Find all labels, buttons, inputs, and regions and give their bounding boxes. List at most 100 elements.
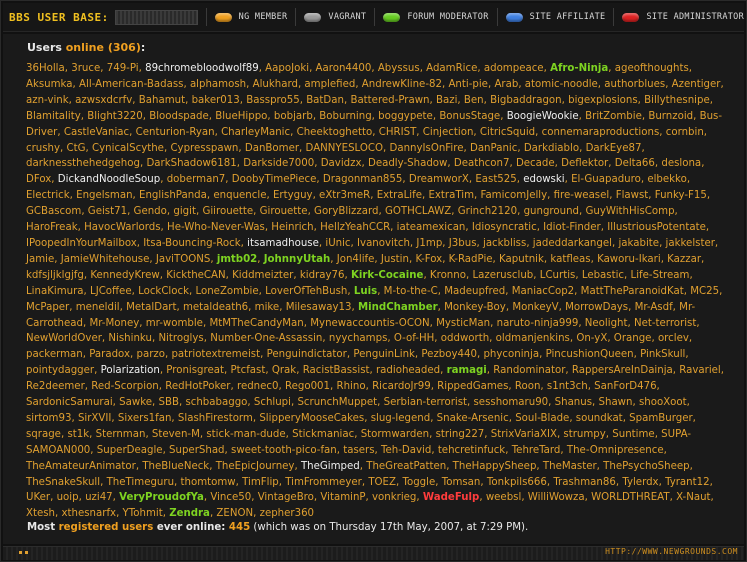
user-link[interactable]: vonkrieg xyxy=(372,492,416,503)
user-link[interactable]: ThePsychoSheep xyxy=(603,461,689,472)
user-link[interactable]: SpamBurger xyxy=(629,413,692,424)
user-link[interactable]: DANNYESLOCO xyxy=(306,143,383,154)
user-link[interactable]: Geist71 xyxy=(88,206,127,217)
user-link[interactable]: Boburning xyxy=(319,111,371,122)
user-link[interactable]: CHRIST xyxy=(379,127,417,138)
user-link[interactable]: ExtraLife xyxy=(377,190,422,201)
user-link[interactable]: BonusStage xyxy=(439,111,500,122)
user-link[interactable]: DreamworX xyxy=(409,174,469,185)
user-link[interactable]: MonkeyV xyxy=(512,302,558,313)
user-link[interactable]: slug-legend xyxy=(371,413,431,424)
user-link[interactable]: alphamosh xyxy=(190,79,246,90)
user-link[interactable]: oldmanjenkins xyxy=(496,333,570,344)
user-link[interactable]: mike xyxy=(255,302,280,313)
user-link[interactable]: jadeddarkangel xyxy=(533,238,612,249)
user-link[interactable]: X-Naut xyxy=(676,492,710,503)
user-link[interactable]: He-Who-Never-Was xyxy=(167,222,265,233)
user-link[interactable]: DanPanic xyxy=(470,143,517,154)
user-link[interactable]: Aaron4400 xyxy=(316,63,372,74)
user-link[interactable]: GoryBlizzard xyxy=(314,206,378,217)
user-link[interactable]: Jon4life xyxy=(337,254,375,265)
user-link[interactable]: AndrewKline-82 xyxy=(362,79,442,90)
user-link[interactable]: Deflektor xyxy=(561,158,608,169)
user-link[interactable]: sweet-tooth-pico-fan xyxy=(231,445,337,456)
user-link[interactable]: Aksumka xyxy=(26,79,73,90)
user-link[interactable]: connemaraproductions xyxy=(542,127,660,138)
user-link[interactable]: KennedyKrew xyxy=(90,270,159,281)
user-link[interactable]: Lebastic xyxy=(582,270,624,281)
user-link[interactable]: deslona xyxy=(661,158,701,169)
user-link[interactable]: Nishinku xyxy=(108,333,152,344)
user-link[interactable]: WORLDTHREAT xyxy=(591,492,670,503)
user-link[interactable]: East525 xyxy=(475,174,516,185)
user-link[interactable]: Bigbaddragon xyxy=(490,95,562,106)
user-link[interactable]: On-yX xyxy=(576,333,607,344)
user-link[interactable]: Toggle xyxy=(402,477,435,488)
user-link[interactable]: Cheektoghetto xyxy=(297,127,373,138)
user-link[interactable]: Red-Scorpion xyxy=(91,381,159,392)
user-link[interactable]: tasers xyxy=(343,445,374,456)
user-link[interactable]: Jamie xyxy=(26,254,54,265)
user-link[interactable]: SlipperyMooseCakes xyxy=(259,413,364,424)
user-link[interactable]: eXtr3meR xyxy=(319,190,370,201)
user-link[interactable]: Re2deemer xyxy=(26,381,85,392)
user-link[interactable]: Polarization xyxy=(101,365,160,376)
user-link[interactable]: Blamitality xyxy=(26,111,81,122)
user-link[interactable]: DarkShadow6181 xyxy=(146,158,236,169)
user-link[interactable]: TOEZ xyxy=(368,477,396,488)
user-link[interactable]: Electrick xyxy=(26,190,70,201)
user-link[interactable]: K-Fox xyxy=(415,254,442,265)
user-link[interactable]: 89chromebloodwolf89 xyxy=(145,63,259,74)
user-link[interactable]: enquencle xyxy=(213,190,266,201)
user-link[interactable]: Grinch2120 xyxy=(458,206,517,217)
user-link[interactable]: soundkat xyxy=(576,413,623,424)
user-link[interactable]: gunground xyxy=(524,206,579,217)
user-link[interactable]: s1nt3ch xyxy=(547,381,588,392)
user-link[interactable]: SardonicSamurai xyxy=(26,397,113,408)
user-link[interactable]: Alukhard xyxy=(253,79,298,90)
user-link[interactable]: DFox xyxy=(26,174,51,185)
user-link[interactable]: GCBascom xyxy=(26,206,81,217)
user-link[interactable]: pointydagger xyxy=(26,365,94,376)
user-link[interactable]: Stormwarden xyxy=(361,429,429,440)
user-link[interactable]: Abyssus xyxy=(378,63,420,74)
user-link[interactable]: VitaminP xyxy=(320,492,365,503)
user-link[interactable]: 36Holla xyxy=(26,63,65,74)
user-link[interactable]: Kaputnik xyxy=(499,254,544,265)
user-link[interactable]: Idiosyncratic xyxy=(472,222,537,233)
user-link[interactable]: Dragonman855 xyxy=(323,174,403,185)
user-link[interactable]: zepher360 xyxy=(260,508,314,519)
user-link[interactable]: Girouette xyxy=(260,206,308,217)
user-link[interactable]: EnglishPanda xyxy=(139,190,207,201)
user-link[interactable]: IPoopedInYourMailbox xyxy=(26,238,137,249)
user-link[interactable]: orclev xyxy=(658,333,689,344)
user-link[interactable]: Tyrant12 xyxy=(665,477,710,488)
user-link[interactable]: WilliWowza xyxy=(528,492,585,503)
user-link[interactable]: J3bus xyxy=(449,238,477,249)
user-link[interactable]: SuperShad xyxy=(169,445,224,456)
user-link[interactable]: TehreTard xyxy=(512,445,561,456)
user-link[interactable]: PincushionQueen xyxy=(546,349,634,360)
user-link[interactable]: Azentiger xyxy=(672,79,721,90)
user-link[interactable]: Orange xyxy=(614,333,652,344)
user-link[interactable]: Billythesnipe xyxy=(644,95,710,106)
user-link[interactable]: The-Omnipresence xyxy=(567,445,664,456)
user-link[interactable]: Nitroglys xyxy=(158,333,203,344)
user-link[interactable]: PinkSkull xyxy=(640,349,685,360)
user-link[interactable]: Bahamut xyxy=(139,95,185,106)
user-link[interactable]: baker013 xyxy=(192,95,240,106)
user-link[interactable]: LockClock xyxy=(138,286,189,297)
user-link[interactable]: Penguindictator xyxy=(267,349,347,360)
user-link[interactable]: Number-One-Assassin xyxy=(210,333,322,344)
user-link[interactable]: J1mp xyxy=(416,238,442,249)
user-link[interactable]: Tylerdx xyxy=(622,477,658,488)
user-link[interactable]: Lazerusclub xyxy=(472,270,533,281)
user-link[interactable]: Ertyguy xyxy=(273,190,313,201)
user-link[interactable]: Engelsman xyxy=(76,190,132,201)
user-link[interactable]: TimFrommeyer xyxy=(285,477,362,488)
user-link[interactable]: Burnzoid xyxy=(648,111,693,122)
user-link[interactable]: CitricSquid xyxy=(480,127,535,138)
user-link[interactable]: MC25 xyxy=(690,286,719,297)
user-link[interactable]: azn-vink xyxy=(26,95,69,106)
user-link[interactable]: Shawn xyxy=(599,397,633,408)
